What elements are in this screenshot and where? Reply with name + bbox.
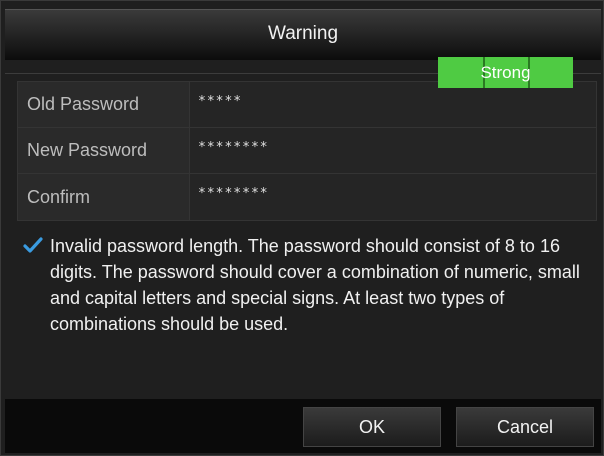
notice-text: Invalid password length. The password sh… <box>50 236 580 334</box>
strength-label: Strong <box>480 62 531 82</box>
confirm-password-field[interactable]: ******** <box>194 174 596 220</box>
new-password-label: New Password <box>18 128 190 173</box>
new-password-field[interactable]: ******** <box>194 128 596 173</box>
password-strength-indicator: Strong <box>438 57 573 88</box>
dialog-title: Warning <box>267 23 339 44</box>
new-password-row: New Password ******** <box>18 128 596 174</box>
old-password-field[interactable]: ***** <box>194 82 596 127</box>
cancel-button[interactable]: Cancel <box>456 407 594 447</box>
old-password-row: Old Password ***** <box>18 82 596 128</box>
confirm-password-row: Confirm ******** <box>18 174 596 220</box>
password-form: Old Password ***** New Password ********… <box>17 81 597 221</box>
password-warning-dialog: Warning Old Password ***** New Password … <box>0 0 604 456</box>
confirm-password-label: Confirm <box>18 174 190 220</box>
old-password-label: Old Password <box>18 82 190 127</box>
password-notice: Invalid password length. The password sh… <box>23 233 593 337</box>
checkmark-icon[interactable] <box>23 236 43 254</box>
ok-button[interactable]: OK <box>303 407 441 447</box>
dialog-footer: OK Cancel <box>5 399 601 453</box>
dialog-titlebar: Warning <box>5 9 601 60</box>
